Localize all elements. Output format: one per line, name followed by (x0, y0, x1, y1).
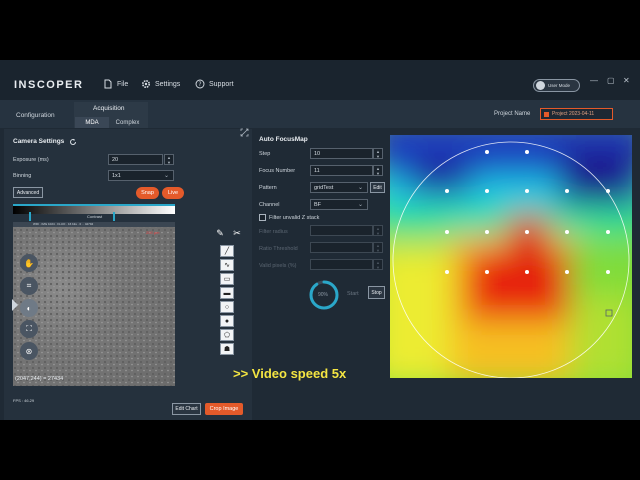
line-tool-icon[interactable]: ╱ (220, 245, 234, 257)
image-caption: WID · IMG 1024 · FLUO · 16 bits · 0 ·· 4… (13, 222, 175, 227)
pattern-edit-button[interactable]: Edit (370, 182, 385, 193)
exposure-label: Exposure (ms) (13, 157, 49, 163)
step-label: Step (259, 151, 271, 157)
edit-chart-button[interactable]: Edit Chart (172, 403, 201, 415)
auto-focusmap-title: Auto FocusMap (259, 136, 308, 143)
filter-radius-input[interactable] (310, 225, 373, 236)
filter-checkbox[interactable] (259, 214, 266, 221)
scale-bar-label: 200 µm (146, 230, 160, 235)
fps-readout: FPS : 46.29 (13, 398, 35, 403)
binning-value: 1x1 (112, 172, 121, 179)
contrast-histogram[interactable] (13, 204, 175, 214)
focus-point[interactable] (525, 150, 529, 154)
pattern-select[interactable]: gridTest ⌄ (310, 182, 368, 193)
down-arrow-icon: ▼ (376, 247, 380, 253)
channel-select[interactable]: BF ⌄ (310, 199, 368, 210)
filter-radius-stepper[interactable]: ▲ ▼ (373, 225, 383, 236)
rectangle-outline-tool-icon[interactable]: ▭ (220, 273, 234, 285)
contrast-label: Contrast (87, 214, 103, 219)
focus-point[interactable] (485, 270, 489, 274)
ratio-threshold-label: Ratio Threshold (259, 246, 298, 252)
freehand-tool-icon[interactable]: ∿ (220, 259, 234, 271)
pattern-value: gridTest (314, 184, 334, 191)
video-speed-overlay: >> Video speed 5x (233, 366, 347, 381)
valid-pixels-label: Valid pixels (%) (259, 263, 297, 269)
heatmap-blobs (390, 135, 632, 378)
contrast-low-handle[interactable] (29, 212, 32, 221)
scissors-icon[interactable]: ✂ (230, 226, 244, 240)
chevron-down-icon: ⌄ (357, 202, 363, 208)
refresh-icon[interactable] (69, 138, 77, 146)
down-arrow-icon: ▼ (376, 264, 380, 270)
pencil-icon[interactable]: ✎ (213, 226, 227, 240)
down-arrow-icon: ▼ (167, 159, 171, 165)
expand-icon[interactable] (240, 128, 249, 137)
rectangle-filled-tool-icon[interactable]: ▬ (220, 287, 234, 299)
exposure-input[interactable]: 20 (108, 154, 163, 165)
down-arrow-icon: ▼ (376, 230, 380, 236)
chevron-down-icon: ⌄ (163, 173, 169, 179)
snap-button[interactable]: Snap (136, 187, 159, 199)
focus-point[interactable] (565, 270, 569, 274)
contrast-icon[interactable]: ◐ (20, 299, 38, 317)
start-button[interactable]: Start (347, 291, 359, 297)
camera-settings-title: Camera Settings (13, 138, 65, 145)
step-input[interactable]: 10 (310, 148, 373, 159)
focus-point[interactable] (445, 189, 449, 193)
focus-point[interactable] (525, 189, 529, 193)
crop-icon[interactable]: ⌗ (20, 277, 38, 295)
down-arrow-icon: ▼ (376, 170, 380, 176)
focus-point[interactable] (606, 270, 610, 274)
ellipse-filled-tool-icon[interactable]: ● (220, 315, 234, 327)
stop-button[interactable]: Stop (368, 286, 385, 299)
down-arrow-icon: ▼ (376, 153, 380, 159)
focus-progress-text: 90% (318, 292, 329, 298)
channels-icon[interactable]: ⊛ (20, 342, 38, 360)
focus-point[interactable] (445, 270, 449, 274)
advanced-button[interactable]: Advanced (13, 187, 43, 198)
channel-label: Channel (259, 202, 280, 208)
contrast-high-handle[interactable] (113, 212, 116, 221)
focus-point[interactable] (525, 230, 529, 234)
filter-checkbox-label: Filter unvalid Z stack (269, 215, 320, 221)
focus-heatmap-svg (390, 135, 632, 378)
ratio-threshold-input[interactable] (310, 242, 373, 253)
binning-label: Binning (13, 173, 32, 179)
focus-point[interactable] (485, 150, 489, 154)
polygon-tool-icon[interactable]: ⬠ (220, 329, 234, 341)
focus-point[interactable] (565, 189, 569, 193)
blob-tool-icon[interactable]: ☗ (220, 343, 234, 355)
collapse-arrow-icon[interactable] (12, 299, 18, 311)
focus-heatmap[interactable] (390, 135, 632, 378)
exposure-stepper[interactable]: ▲ ▼ (164, 154, 174, 165)
focus-point[interactable] (485, 189, 489, 193)
focus-number-input[interactable]: 11 (310, 165, 373, 176)
fit-screen-icon[interactable]: ⛶ (20, 320, 38, 338)
focus-point[interactable] (606, 189, 610, 193)
ellipse-outline-tool-icon[interactable]: ○ (220, 301, 234, 313)
focus-point[interactable] (445, 230, 449, 234)
pattern-label: Pattern (259, 185, 277, 191)
step-stepper[interactable]: ▲ ▼ (373, 148, 383, 159)
channel-value: BF (314, 201, 322, 208)
pixel-coordinate-readout: (2047,244) = 27434 (15, 376, 64, 382)
binning-select[interactable]: 1x1 ⌄ (108, 170, 174, 181)
focus-point[interactable] (485, 230, 489, 234)
focus-number-label: Focus Number (259, 168, 296, 174)
focus-point[interactable] (606, 230, 610, 234)
valid-pixels-input[interactable] (310, 259, 373, 270)
live-button[interactable]: Live (162, 187, 184, 199)
chevron-down-icon: ⌄ (357, 185, 363, 191)
crop-image-button[interactable]: Crop Image (205, 403, 243, 415)
camera-image-view[interactable]: WID · IMG 1024 · FLUO · 16 bits · 0 ·· 4… (13, 222, 175, 386)
focus-number-stepper[interactable]: ▲ ▼ (373, 165, 383, 176)
pan-hand-icon[interactable]: ✋ (20, 254, 38, 272)
focus-point[interactable] (525, 270, 529, 274)
ratio-threshold-stepper[interactable]: ▲ ▼ (373, 242, 383, 253)
focus-point[interactable] (565, 230, 569, 234)
filter-radius-label: Filter radius (259, 229, 288, 235)
valid-pixels-stepper[interactable]: ▲ ▼ (373, 259, 383, 270)
